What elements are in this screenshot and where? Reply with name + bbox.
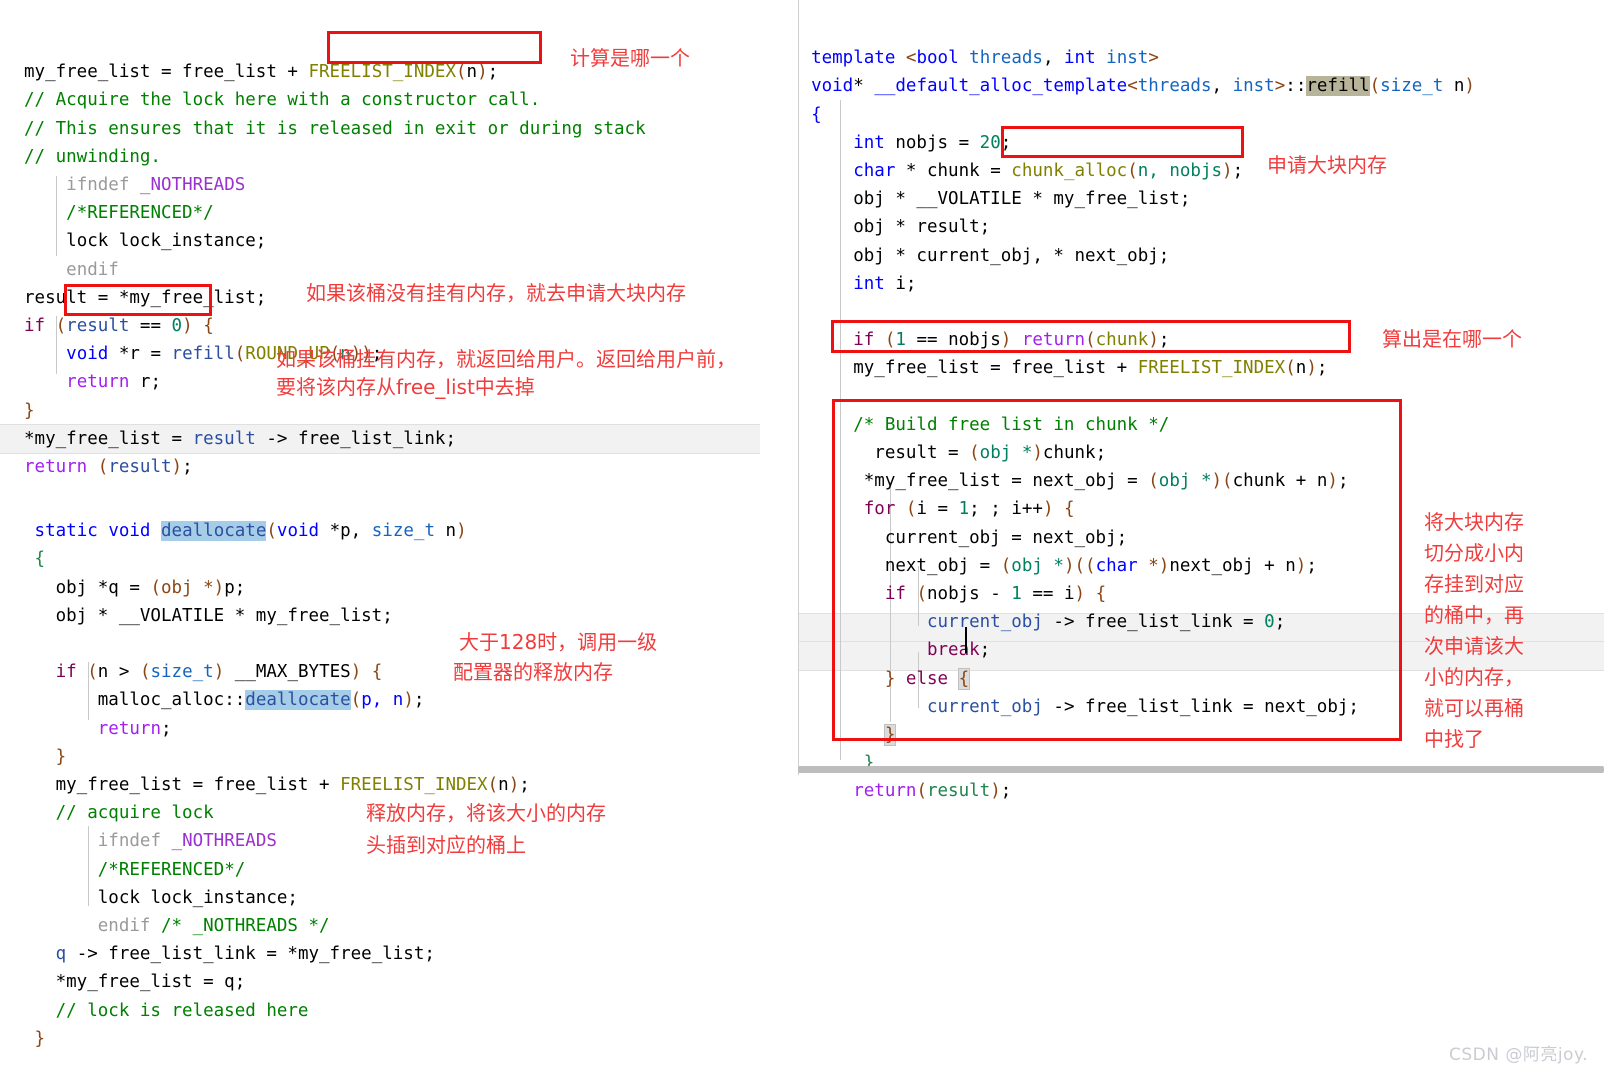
code-line: result = (obj *)chunk; xyxy=(874,443,1107,464)
code-line: next_obj = (obj *)((char *)next_obj + n)… xyxy=(884,555,1317,576)
code-line: *my_free_list = q; xyxy=(55,972,246,993)
code-line: return(result); xyxy=(853,781,1012,802)
deallocate-code: static void deallocate(void *p, size_t n… xyxy=(24,489,530,1081)
annotation-which-bucket: 算出是在哪一个 xyxy=(1382,327,1522,351)
code-line: my_free_list = free_list + FREELIST_INDE… xyxy=(853,358,1328,379)
left-code-panel: my_free_list = free_list + FREELIST_INDE… xyxy=(0,0,790,1075)
annotation-gt128-line2: 配置器的释放内存 xyxy=(453,660,613,684)
code-line: return r; xyxy=(66,372,161,393)
code-line: obj *q = (obj *)p; xyxy=(55,577,246,598)
code-line: return (result); xyxy=(24,457,193,478)
code-line: current_obj -> free_list_link = 0; xyxy=(926,612,1286,633)
code-line: my_free_list = free_list + FREELIST_INDE… xyxy=(24,62,499,83)
code-line: malloc_alloc::deallocate(p, n); xyxy=(97,690,425,711)
annotation-free-memory-line2: 头插到对应的桶上 xyxy=(366,833,526,857)
code-line: } xyxy=(24,400,35,421)
code-line: *my_free_list = next_obj = (obj *)(chunk… xyxy=(863,471,1349,492)
code-line: } xyxy=(883,724,897,747)
annotation-calc-which: 计算是哪一个 xyxy=(570,46,690,70)
code-line: q -> free_list_link = *my_free_list; xyxy=(55,944,435,965)
code-line: result = *my_free_list; xyxy=(24,287,267,308)
code-line: endif /* _NOTHREADS */ xyxy=(97,916,330,937)
horizontal-scrollbar[interactable] xyxy=(798,766,1604,773)
watermark: CSDN @阿亮joy. xyxy=(1448,1045,1588,1065)
code-line: /*REFERENCED*/ xyxy=(66,203,214,224)
code-line: { xyxy=(34,549,46,570)
code-line: } xyxy=(34,1028,46,1049)
code-line: } xyxy=(55,746,67,767)
code-line: // unwinding. xyxy=(24,146,161,167)
annotation-split-chunk: 将大块内存 切分成小内 存挂到对应 的桶中，再 次申请该大 小的内存， 就可以再… xyxy=(1424,510,1524,751)
code-line: char * chunk = chunk_alloc(n, nobjs); xyxy=(853,161,1244,182)
code-line: lock lock_instance; xyxy=(66,231,267,252)
code-line: } else { xyxy=(884,667,971,690)
allocate-code: my_free_list = free_list + FREELIST_INDE… xyxy=(24,30,646,509)
code-line: break; xyxy=(926,640,991,661)
code-line: obj * result; xyxy=(853,217,991,238)
code-line: obj * __VOLATILE * my_free_list; xyxy=(853,189,1191,210)
code-line: /* Build free list in chunk */ xyxy=(853,414,1170,435)
code-line: current_obj = next_obj; xyxy=(884,527,1128,548)
code-line: ifndef _NOTHREADS xyxy=(66,175,246,196)
annotation-return-to-user-line2: 要将该内存从free_list中去掉 xyxy=(276,375,535,399)
text-cursor xyxy=(965,627,967,653)
annotation-gt128-line1: 大于128时，调用一级 xyxy=(459,630,658,654)
code-line: // Acquire the lock here with a construc… xyxy=(24,90,541,111)
code-line: for (i = 1; ; i++) { xyxy=(863,499,1075,520)
annotation-return-to-user-line1: 如果该桶挂有内存，就返回给用户。返回给用户前， xyxy=(276,347,736,371)
code-line: if (nobjs - 1 == i) { xyxy=(884,584,1107,605)
code-line: obj * __VOLATILE * my_free_list; xyxy=(55,605,393,626)
annotation-free-memory-line1: 释放内存，将该大小的内存 xyxy=(366,801,606,825)
code-line: void* __default_alloc_template<threads, … xyxy=(811,76,1475,97)
code-line: my_free_list = free_list + FREELIST_INDE… xyxy=(55,775,530,796)
code-line: if (n > (size_t) __MAX_BYTES) { xyxy=(55,662,383,683)
code-line: return; xyxy=(97,718,172,739)
annotation-request-big-chunk: 申请大块内存 xyxy=(1267,153,1387,177)
code-line: endif xyxy=(66,259,119,280)
code-line: current_obj -> free_list_link = next_obj… xyxy=(926,696,1359,717)
code-line: // acquire lock xyxy=(55,803,214,824)
code-line: // lock is released here xyxy=(55,1000,309,1021)
code-line: if (1 == nobjs) return(chunk); xyxy=(853,330,1170,351)
code-line: // This ensures that it is released in e… xyxy=(24,118,646,139)
code-line: template <bool threads, int inst> xyxy=(811,48,1159,69)
refill-code: template <bool threads, int inst> void* … xyxy=(790,16,1475,834)
code-line: static void deallocate(void *p, size_t n… xyxy=(34,521,467,542)
annotation-no-memory-request-big: 如果该桶没有挂有内存，就去申请大块内存 xyxy=(306,281,686,305)
code-line: ifndef _NOTHREADS xyxy=(97,831,277,852)
code-line: /*REFERENCED*/ xyxy=(97,859,246,880)
code-line: int i; xyxy=(853,273,917,294)
code-line: obj * current_obj, * next_obj; xyxy=(853,245,1170,266)
code-line: lock lock_instance; xyxy=(97,887,298,908)
code-line: int nobjs = 20; xyxy=(853,132,1012,153)
code-line: { xyxy=(811,104,822,125)
code-line: if (result == 0) { xyxy=(24,316,214,337)
code-line: *my_free_list = result -> free_list_link… xyxy=(24,428,456,449)
